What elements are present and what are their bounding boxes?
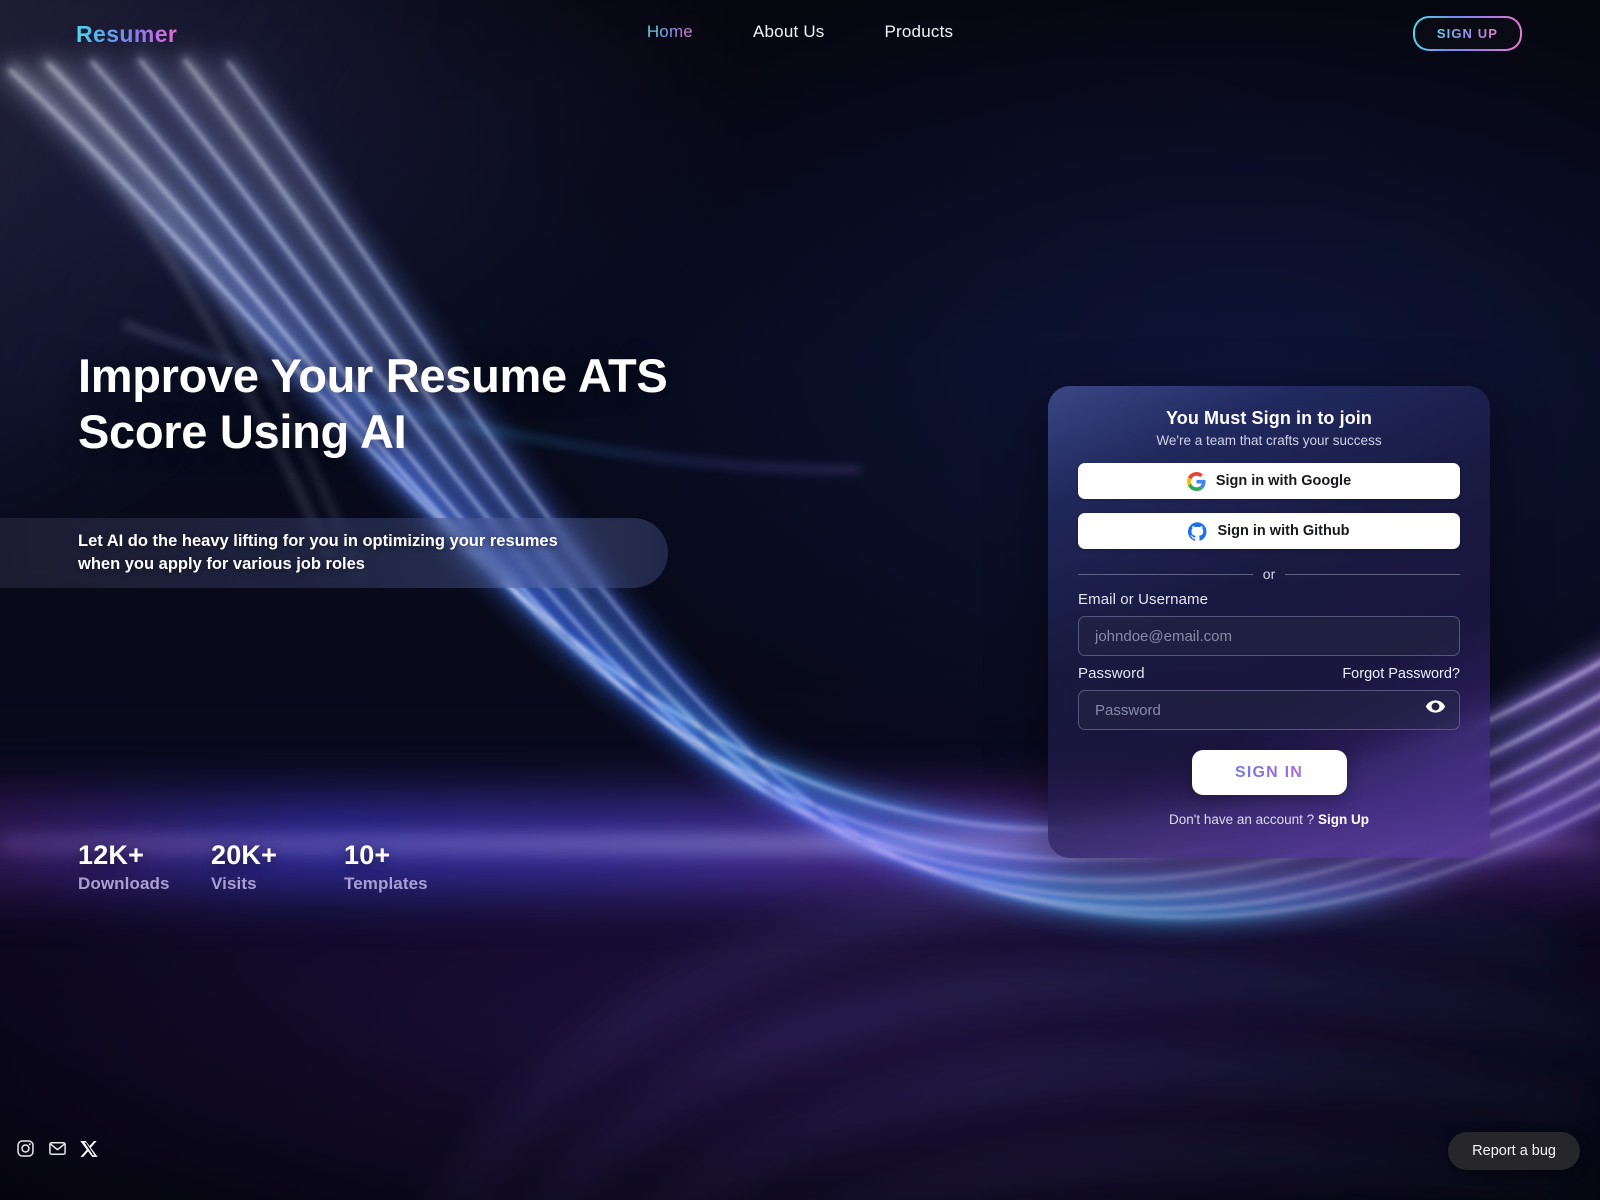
- stat-downloads: 12K+ Downloads: [78, 840, 211, 894]
- nav-links: Home About Us Products: [0, 22, 1600, 42]
- page-root: Resumer Home About Us Products SIGN UP I…: [0, 0, 1600, 1200]
- sign-in-submit-button[interactable]: SIGN IN: [1191, 750, 1347, 795]
- stat-templates-value: 10+: [344, 840, 391, 870]
- sign-in-with-github-button[interactable]: Sign in with Github: [1078, 513, 1460, 549]
- google-icon: [1186, 471, 1206, 491]
- hero-subtitle-panel: Let AI do the heavy lifting for you in o…: [0, 518, 668, 588]
- email-input[interactable]: [1078, 616, 1460, 656]
- footer-sign-up-link[interactable]: Sign Up: [1318, 812, 1369, 827]
- login-card-subtitle: We're a team that crafts your success: [1156, 433, 1382, 448]
- nav-link-products[interactable]: Products: [885, 22, 954, 42]
- stat-visits-label: Visits: [211, 874, 257, 893]
- forgot-password-link[interactable]: Forgot Password?: [1342, 666, 1460, 682]
- sign-in-with-google-button[interactable]: Sign in with Google: [1078, 463, 1460, 499]
- stat-downloads-value: 12K+: [78, 840, 145, 870]
- login-card-footer: Don't have an account ? Sign Up: [1078, 812, 1460, 827]
- password-label-row: Password Forgot Password?: [1078, 665, 1460, 682]
- email-icon[interactable]: [48, 1139, 67, 1158]
- nav-link-about-us[interactable]: About Us: [753, 22, 825, 42]
- top-navbar: Resumer Home About Us Products SIGN UP: [0, 0, 1600, 70]
- nav-link-home[interactable]: Home: [647, 22, 693, 42]
- stat-templates-label: Templates: [344, 874, 428, 893]
- password-input[interactable]: [1078, 690, 1460, 730]
- or-divider-line-left: [1078, 573, 1253, 575]
- hero-title-line-1: Improve Your Resume ATS: [78, 349, 668, 402]
- social-links: [16, 1139, 99, 1158]
- x-twitter-icon[interactable]: [80, 1139, 99, 1158]
- report-a-bug-button[interactable]: Report a bug: [1448, 1132, 1580, 1170]
- sign-in-submit-label: SIGN IN: [1235, 763, 1303, 781]
- sign-in-with-github-label: Sign in with Github: [1217, 523, 1350, 539]
- sign-up-button[interactable]: SIGN UP: [1412, 16, 1522, 51]
- login-card: You Must Sign in to join We're a team th…: [1048, 386, 1490, 858]
- toggle-password-visibility-button[interactable]: [1424, 695, 1446, 717]
- login-card-title: You Must Sign in to join: [1165, 408, 1373, 428]
- hero-subtitle: Let AI do the heavy lifting for you in o…: [0, 530, 584, 577]
- stat-visits-value: 20K+: [211, 840, 278, 870]
- github-icon: [1188, 521, 1207, 541]
- stat-visits: 20K+ Visits: [211, 840, 344, 894]
- stat-templates: 10+ Templates: [344, 840, 477, 894]
- password-field-wrapper: [1078, 682, 1460, 730]
- eye-icon: [1425, 699, 1445, 713]
- sign-up-button-inner: SIGN UP: [1414, 18, 1520, 49]
- stat-downloads-label: Downloads: [78, 874, 170, 893]
- email-field-label: Email or Username: [1078, 591, 1209, 608]
- hero-title-line-2: Score Using AI: [78, 404, 407, 458]
- hero-subtitle-line-1: Let AI do the heavy lifting for you in o…: [78, 531, 558, 550]
- hero-subtitle-line-2: when you apply for various job roles: [78, 555, 365, 573]
- or-divider-line-right: [1285, 573, 1461, 575]
- password-field-label: Password: [1078, 665, 1145, 682]
- sign-in-with-google-label: Sign in with Google: [1215, 473, 1352, 489]
- no-account-prompt: Don't have an account ?: [1169, 812, 1315, 827]
- or-divider-label: or: [1262, 566, 1276, 582]
- or-divider: or: [1078, 566, 1461, 582]
- sign-up-button-label: SIGN UP: [1436, 26, 1498, 41]
- stats-row: 12K+ Downloads 20K+ Visits 10+ Templates: [78, 840, 477, 894]
- hero-title: Improve Your Resume ATS Score Using AI: [78, 348, 668, 460]
- instagram-icon[interactable]: [16, 1139, 35, 1158]
